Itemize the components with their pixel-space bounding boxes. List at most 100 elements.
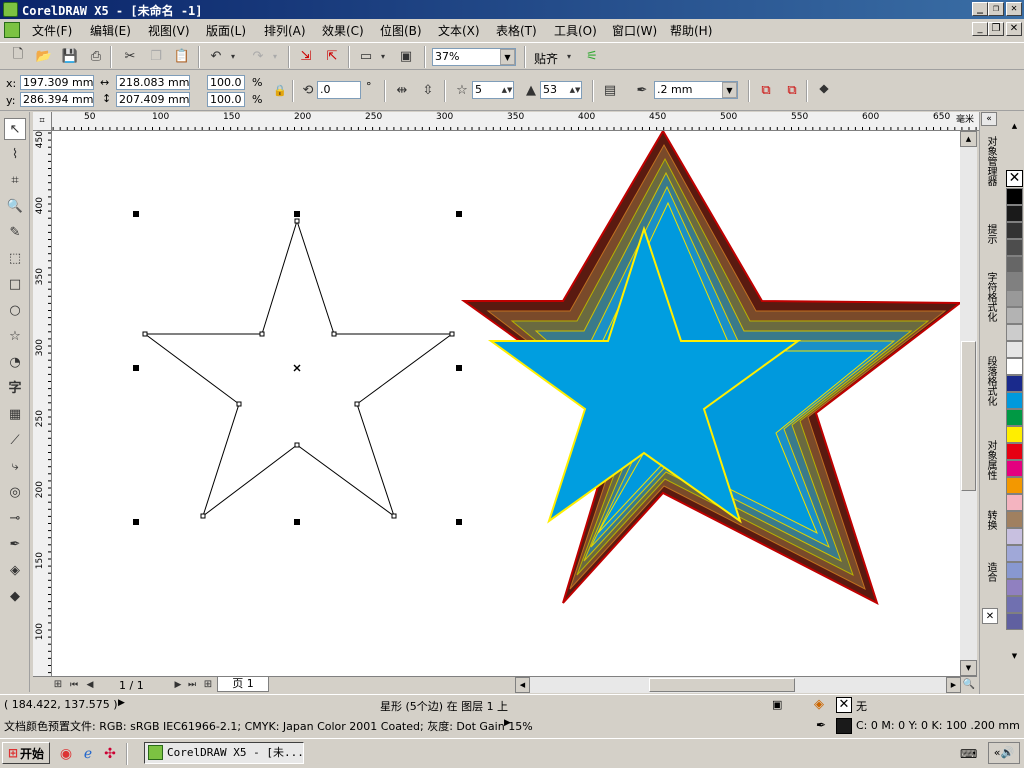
close-button[interactable]: ✕ — [1006, 2, 1022, 16]
palette-swatch[interactable] — [1006, 494, 1023, 511]
palette-swatch[interactable] — [1006, 477, 1023, 494]
menu-arrange[interactable]: 排列(A) — [264, 22, 306, 39]
star-points-spinner-icon[interactable]: ▲▼ — [500, 81, 514, 99]
palette-swatch[interactable] — [1006, 562, 1023, 579]
scroll-up-button[interactable]: ▲ — [960, 131, 977, 147]
vertical-ruler[interactable]: 450 400 350 300 250 200 150 100 — [33, 131, 52, 676]
menu-file[interactable]: 文件(F) — [32, 22, 72, 39]
drawing-canvas[interactable] — [52, 131, 960, 676]
save-icon[interactable]: 💾 — [60, 46, 80, 66]
menu-text[interactable]: 文本(X) — [438, 22, 480, 39]
zoom-tool-icon[interactable]: 🔍 — [4, 196, 26, 218]
palette-swatch[interactable] — [1006, 239, 1023, 256]
back-minus-front-icon[interactable]: ⧉ — [756, 80, 776, 100]
palette-swatch[interactable] — [1006, 341, 1023, 358]
palette-swatch[interactable] — [1006, 579, 1023, 596]
polygon-tool-icon[interactable]: ☆ — [4, 326, 26, 348]
lock-ratio-icon[interactable]: 🔒 — [270, 80, 290, 100]
fill-none-swatch[interactable]: ✕ — [836, 697, 852, 713]
vertical-scrollbar[interactable]: ▲ ▼ — [960, 131, 977, 676]
menu-help[interactable]: 帮助(H) — [670, 22, 712, 39]
ruler-origin[interactable]: ⌗ — [33, 112, 52, 131]
scroll-down-button[interactable]: ▼ — [960, 660, 977, 676]
palette-no-color-swatch[interactable]: ✕ — [1006, 170, 1023, 187]
ellipse-tool-icon[interactable]: ○ — [4, 300, 26, 322]
last-page-icon[interactable]: ⏭ — [185, 676, 199, 693]
docker-tab-hints[interactable]: 提示 — [982, 224, 998, 244]
shape-tool-icon[interactable]: ⌇ — [4, 144, 26, 166]
palette-swatch[interactable] — [1006, 307, 1023, 324]
snap-dropdown-icon[interactable]: ▾ — [564, 46, 574, 66]
profile-arrow-icon[interactable]: ▶ — [504, 718, 511, 728]
node-handles[interactable] — [142, 218, 455, 519]
menu-window[interactable]: 窗口(W) — [612, 22, 657, 39]
tray-keyboard-icon[interactable]: ⌨ — [960, 747, 977, 761]
app-launcher-dropdown-icon[interactable]: ▾ — [378, 46, 388, 66]
docker-tab-character-formatting[interactable]: 字符格式化 — [982, 272, 998, 322]
welcome-screen-icon[interactable]: ▣ — [396, 46, 416, 66]
copy-icon[interactable]: ❐ — [146, 46, 166, 66]
blend-tool-icon[interactable]: ◎ — [4, 482, 26, 504]
app-quicklaunch-icon[interactable]: ✣ — [100, 744, 120, 764]
mirror-horizontal-icon[interactable]: ⇹ — [392, 80, 412, 100]
crop-tool-icon[interactable]: ⌗ — [4, 170, 26, 192]
hscroll-left-button[interactable]: ◀ — [515, 677, 530, 693]
print-icon[interactable]: ⎙ — [86, 46, 106, 66]
menu-view[interactable]: 视图(V) — [148, 22, 190, 39]
eyedropper-tool-icon[interactable]: ⊸ — [4, 508, 26, 530]
palette-swatch[interactable] — [1006, 256, 1023, 273]
menu-bitmaps[interactable]: 位图(B) — [380, 22, 422, 39]
next-page-icon[interactable]: ▶ — [171, 676, 185, 693]
add-page-before-icon[interactable]: ⊞ — [51, 676, 65, 693]
scale-y-field[interactable]: 100.0 — [207, 92, 245, 107]
horizontal-ruler[interactable]: 50 100 150 200 250 300 350 400 450 500 5… — [52, 112, 979, 131]
palette-swatch[interactable] — [1006, 273, 1023, 290]
hscroll-right-button[interactable]: ▶ — [946, 677, 961, 693]
zoom-dropdown-icon[interactable]: ▼ — [500, 49, 515, 65]
prev-page-icon[interactable]: ◀ — [83, 676, 97, 693]
table-tool-icon[interactable]: ▦ — [4, 404, 26, 426]
sharpness-spinner-icon[interactable]: ▲▼ — [568, 81, 582, 99]
redo-icon[interactable]: ↷ — [248, 46, 268, 66]
palette-swatch[interactable] — [1006, 460, 1023, 477]
x-position-field[interactable]: 197.309 mm — [20, 75, 94, 90]
outline-star[interactable] — [143, 219, 454, 518]
export-icon[interactable]: ⇱ — [322, 46, 342, 66]
dimension-tool-icon[interactable]: ⟋ — [4, 430, 26, 452]
redo-dropdown-icon[interactable]: ▾ — [270, 46, 280, 66]
ie-quicklaunch-icon[interactable]: ℯ — [78, 744, 98, 764]
chrome-quicklaunch-icon[interactable]: ◉ — [56, 744, 76, 764]
scroll-thumb[interactable] — [961, 341, 976, 491]
palette-swatch[interactable] — [1006, 290, 1023, 307]
doc-close-button[interactable]: ✕ — [1006, 22, 1022, 36]
palette-swatch[interactable] — [1006, 528, 1023, 545]
rotation-field[interactable]: .0 — [317, 81, 361, 99]
palette-scroll-down-icon[interactable]: ▼ — [1006, 650, 1023, 662]
text-tool-icon[interactable]: 字 — [4, 378, 26, 400]
outline-tool-icon[interactable]: ✒ — [4, 534, 26, 556]
palette-swatch[interactable] — [1006, 205, 1023, 222]
docker-tab-object-manager[interactable]: 对象管理器 — [982, 136, 998, 186]
palette-swatch[interactable] — [1006, 613, 1023, 630]
palette-swatch[interactable] — [1006, 188, 1023, 205]
menu-table[interactable]: 表格(T) — [496, 22, 537, 39]
add-page-after-icon[interactable]: ⊞ — [201, 676, 215, 693]
outline-color-swatch[interactable] — [836, 718, 852, 734]
docker-tab-paragraph-formatting[interactable]: 段落格式化 — [982, 356, 998, 406]
hscroll-thumb[interactable] — [649, 678, 795, 692]
freehand-tool-icon[interactable]: ✎ — [4, 222, 26, 244]
palette-swatch[interactable] — [1006, 409, 1023, 426]
palette-swatch[interactable] — [1006, 358, 1023, 375]
docker-close-icon[interactable]: ✕ — [982, 608, 998, 624]
wrap-text-icon[interactable]: ▤ — [600, 80, 620, 100]
docker-collapse-icon[interactable]: « — [981, 112, 997, 126]
app-launcher-icon[interactable]: ▭ — [356, 46, 376, 66]
paste-icon[interactable]: 📋 — [172, 46, 192, 66]
palette-swatch[interactable] — [1006, 596, 1023, 613]
undo-dropdown-icon[interactable]: ▾ — [228, 46, 238, 66]
docker-tab-object-properties[interactable]: 对象属性 — [982, 440, 998, 480]
mirror-vertical-icon[interactable]: ⇳ — [418, 80, 438, 100]
doc-minimize-button[interactable]: _ — [972, 22, 988, 36]
menu-layout[interactable]: 版面(L) — [206, 22, 246, 39]
navigator-zoom-icon[interactable]: 🔍 — [961, 676, 977, 693]
